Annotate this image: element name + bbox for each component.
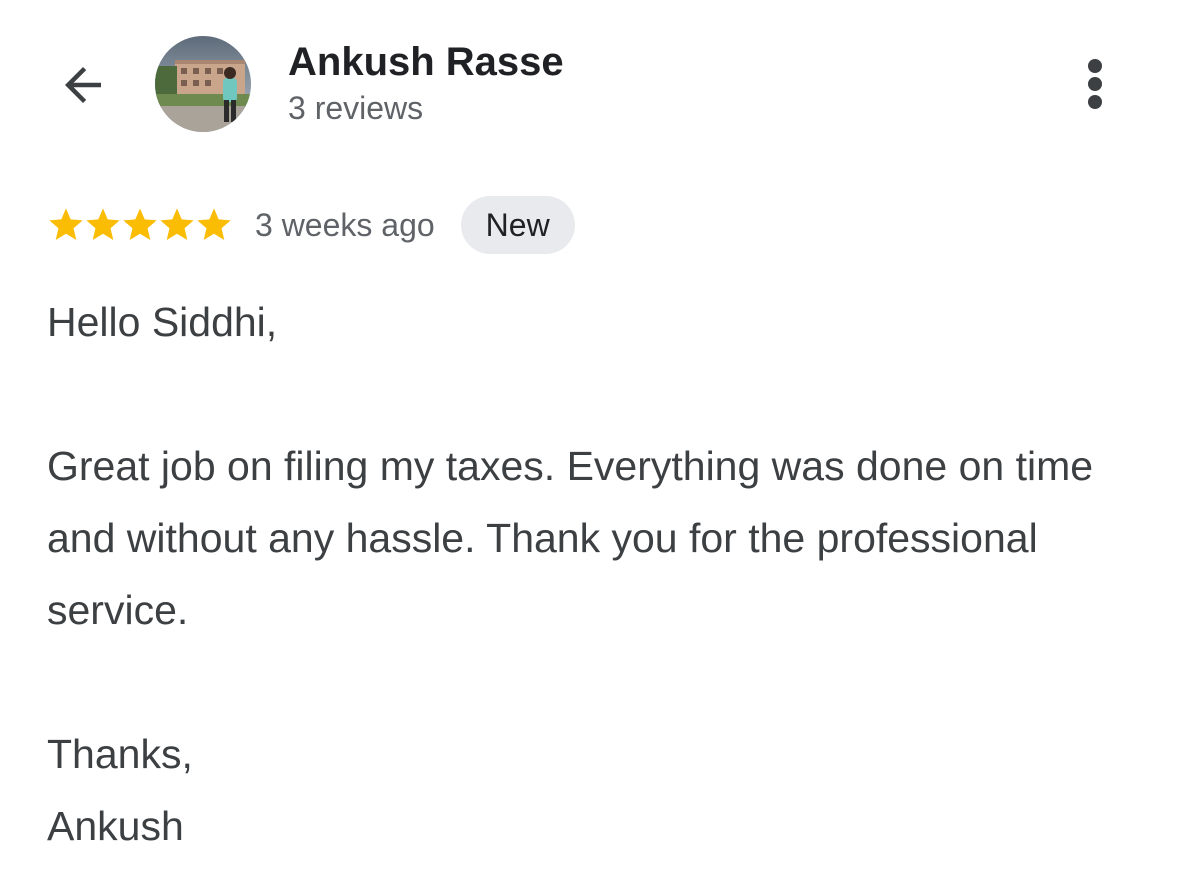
back-button[interactable] xyxy=(50,52,116,118)
review-signature: Ankush xyxy=(47,803,184,849)
star-icon xyxy=(197,208,231,240)
star-icon xyxy=(123,208,157,240)
review-header: Ankush Rasse 3 reviews xyxy=(0,0,1178,160)
arrow-left-icon xyxy=(65,67,101,103)
more-options-button[interactable] xyxy=(1066,52,1124,116)
review-text: Hello Siddhi, Great job on filing my tax… xyxy=(47,286,1147,862)
star-icon xyxy=(86,208,120,240)
review-count: 3 reviews xyxy=(288,90,424,126)
review-closing: Thanks, xyxy=(47,731,193,777)
star-icon xyxy=(160,208,194,240)
review-paragraph: Great job on filing my taxes. Everything… xyxy=(47,443,1094,633)
review-timestamp: 3 weeks ago xyxy=(255,206,435,243)
profile-photo xyxy=(155,36,251,132)
more-vert-icon xyxy=(1088,59,1102,109)
new-badge: New xyxy=(460,196,575,254)
review-meta: 3 weeks ago New xyxy=(46,195,575,255)
avatar[interactable] xyxy=(155,36,251,132)
star-icon xyxy=(49,208,83,240)
review-greeting: Hello Siddhi, xyxy=(47,299,278,345)
star-rating xyxy=(46,205,231,245)
user-name[interactable]: Ankush Rasse xyxy=(288,38,564,86)
